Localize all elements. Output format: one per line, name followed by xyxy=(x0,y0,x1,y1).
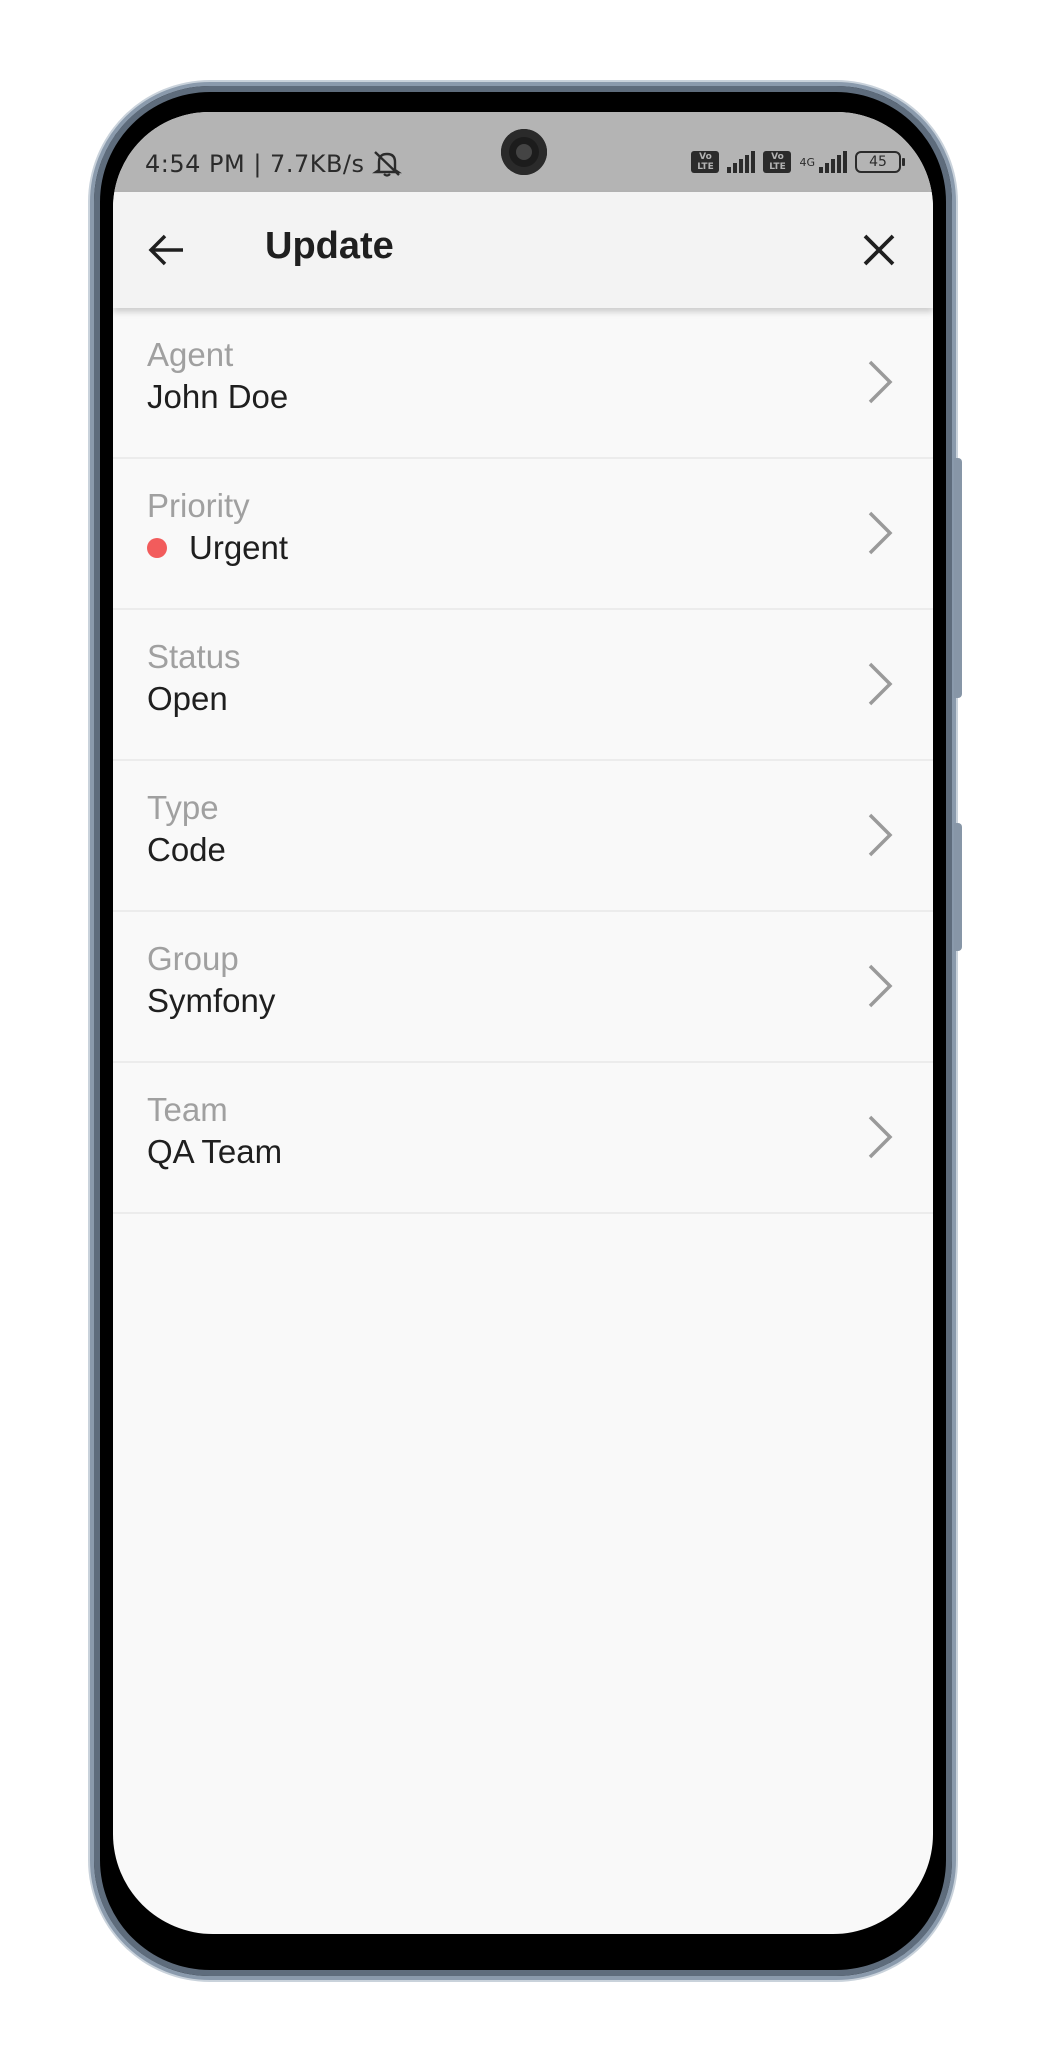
phone-screen: 4:54 PM | 7.7KB/s Vo LTE Vo LTE 4G 45 Up… xyxy=(113,112,933,1934)
field-label: Team xyxy=(147,1091,228,1128)
mute-bell-icon xyxy=(372,151,402,177)
field-label: Status xyxy=(147,638,241,675)
field-value-wrap: Symfony xyxy=(147,982,275,1020)
front-camera xyxy=(501,129,547,175)
status-icons: Vo LTE Vo LTE 4G 45 xyxy=(691,146,905,178)
field-value-wrap: Open xyxy=(147,680,228,718)
field-row-type[interactable]: Type Code xyxy=(113,761,933,912)
field-value: QA Team xyxy=(147,1133,283,1170)
volte-icon: Vo LTE xyxy=(691,151,720,173)
chevron-right-icon xyxy=(868,813,893,857)
power-button xyxy=(954,823,962,951)
field-label: Priority xyxy=(147,487,250,524)
priority-indicator-dot xyxy=(147,538,167,558)
status-time: 4:54 PM | 7.7KB/s xyxy=(145,150,365,178)
volume-button xyxy=(954,458,962,698)
field-value: John Doe xyxy=(147,378,289,415)
status-bar: 4:54 PM | 7.7KB/s Vo LTE Vo LTE 4G 45 xyxy=(113,112,933,192)
volte-icon: Vo LTE xyxy=(763,151,792,173)
signal-icon xyxy=(727,151,756,173)
chevron-right-icon xyxy=(868,1115,893,1159)
field-value: Code xyxy=(147,831,226,868)
field-value: Symfony xyxy=(147,982,276,1019)
field-value: Open xyxy=(147,680,228,717)
field-row-team[interactable]: Team QA Team xyxy=(113,1063,933,1214)
field-list: Agent John Doe Priority Urgent Status Op… xyxy=(113,308,933,1214)
page-title: Update xyxy=(265,225,394,267)
chevron-right-icon xyxy=(868,964,893,1008)
field-label: Type xyxy=(147,789,219,826)
field-row-priority[interactable]: Priority Urgent xyxy=(113,459,933,610)
field-row-group[interactable]: Group Symfony xyxy=(113,912,933,1063)
field-value: Urgent xyxy=(189,529,289,566)
field-value-wrap: Urgent xyxy=(147,529,288,567)
field-label: Group xyxy=(147,940,239,977)
app-bar: Update xyxy=(113,192,933,308)
back-arrow-icon[interactable] xyxy=(147,230,187,270)
chevron-right-icon xyxy=(868,662,893,706)
battery-icon: 45 xyxy=(855,151,905,173)
field-value-wrap: Code xyxy=(147,831,226,869)
field-label: Agent xyxy=(147,336,234,373)
chevron-right-icon xyxy=(868,360,893,404)
field-value-wrap: QA Team xyxy=(147,1133,282,1171)
close-icon[interactable] xyxy=(859,230,899,270)
field-row-agent[interactable]: Agent John Doe xyxy=(113,308,933,459)
chevron-right-icon xyxy=(868,511,893,555)
field-value-wrap: John Doe xyxy=(147,378,288,416)
network-type: 4G xyxy=(799,155,815,169)
field-row-status[interactable]: Status Open xyxy=(113,610,933,761)
signal-icon xyxy=(819,151,847,173)
